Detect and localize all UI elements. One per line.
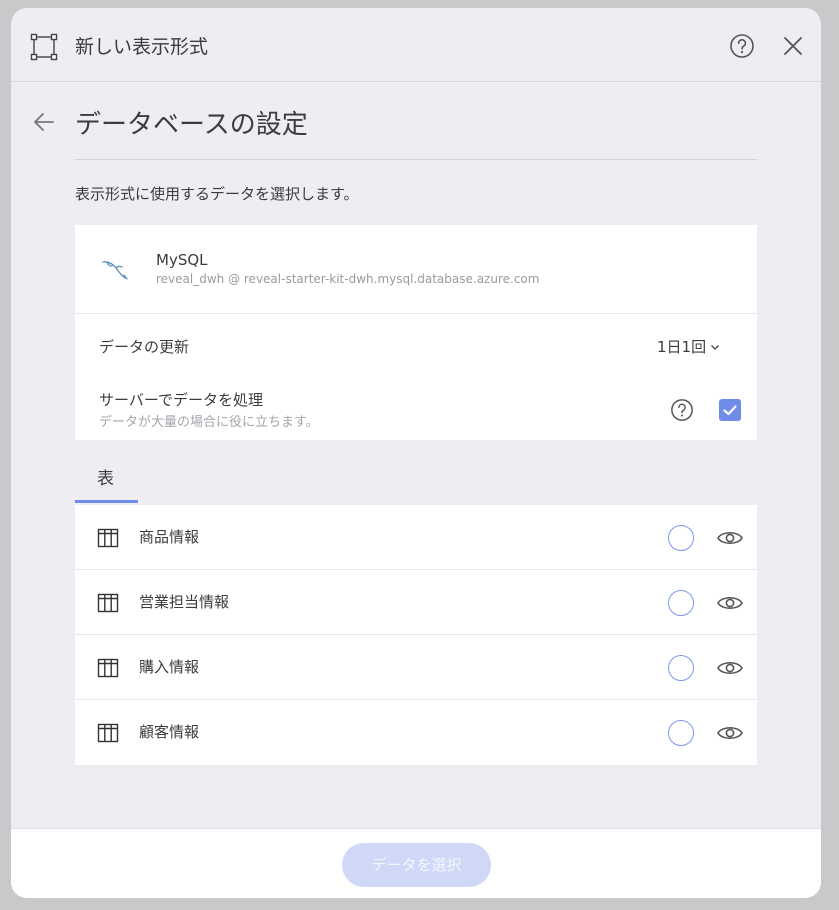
- table-name: 購入情報: [139, 658, 200, 676]
- table-name: 顧客情報: [139, 723, 200, 741]
- dialog-footer: データを選択: [11, 828, 821, 898]
- new-visualization-dialog: 新しい表示形式 データベースの設定 表示形式に使用するデータを選択します。 My…: [11, 8, 821, 898]
- panel-separator: [75, 313, 757, 314]
- datasource-panel: MySQL reveal_dwh @ reveal-starter-kit-dw…: [75, 225, 757, 440]
- chevron-down-icon: [711, 344, 720, 350]
- dialog-title: 新しい表示形式: [75, 36, 209, 58]
- visualization-frame-icon: [30, 33, 58, 61]
- help-icon[interactable]: [670, 398, 694, 422]
- table-select-radio[interactable]: [668, 590, 694, 616]
- dialog-titlebar: 新しい表示形式: [11, 8, 821, 82]
- page-title: データベースの設定: [75, 110, 308, 140]
- datasource-name: MySQL: [156, 251, 208, 269]
- server-processing-hint: データが大量の場合に役に立ちます。: [99, 415, 319, 430]
- eye-icon[interactable]: [716, 657, 744, 679]
- table-row[interactable]: 購入情報: [75, 635, 757, 700]
- datasource-host: reveal_dwh @ reveal-starter-kit-dwh.mysq…: [156, 272, 540, 286]
- refresh-frequency-dropdown[interactable]: 1日1回: [657, 336, 720, 357]
- table-grid-icon: [97, 593, 119, 613]
- active-tab-indicator: [75, 500, 138, 503]
- table-row[interactable]: 商品情報: [75, 505, 757, 570]
- help-icon[interactable]: [729, 33, 755, 59]
- table-select-radio[interactable]: [668, 525, 694, 551]
- refresh-label: データの更新: [99, 338, 190, 356]
- mysql-dolphin-icon: [102, 261, 128, 280]
- refresh-frequency-value: 1日1回: [657, 338, 707, 356]
- close-icon[interactable]: [781, 34, 805, 58]
- table-grid-icon: [97, 528, 119, 548]
- tab-tables-label: 表: [97, 469, 114, 489]
- table-name: 商品情報: [139, 528, 200, 546]
- table-row[interactable]: 顧客情報: [75, 700, 757, 765]
- table-row[interactable]: 営業担当情報: [75, 570, 757, 635]
- eye-icon[interactable]: [716, 592, 744, 614]
- checkmark-icon: [723, 405, 737, 416]
- eye-icon[interactable]: [716, 722, 744, 744]
- intro-text: 表示形式に使用するデータを選択します。: [75, 185, 359, 203]
- select-data-button[interactable]: データを選択: [342, 843, 491, 887]
- table-grid-icon: [97, 723, 119, 743]
- table-select-radio[interactable]: [668, 655, 694, 681]
- back-arrow-icon[interactable]: [31, 109, 57, 135]
- table-grid-icon: [97, 658, 119, 678]
- table-select-radio[interactable]: [668, 720, 694, 746]
- title-divider: [75, 159, 757, 160]
- table-name: 営業担当情報: [139, 593, 230, 611]
- table-list: 商品情報 営業担当情報 購入情報 顧客情報: [75, 505, 757, 765]
- eye-icon[interactable]: [716, 527, 744, 549]
- server-processing-checkbox[interactable]: [719, 399, 741, 421]
- tab-tables[interactable]: 表: [75, 455, 138, 505]
- server-processing-label: サーバーでデータを処理: [99, 391, 263, 409]
